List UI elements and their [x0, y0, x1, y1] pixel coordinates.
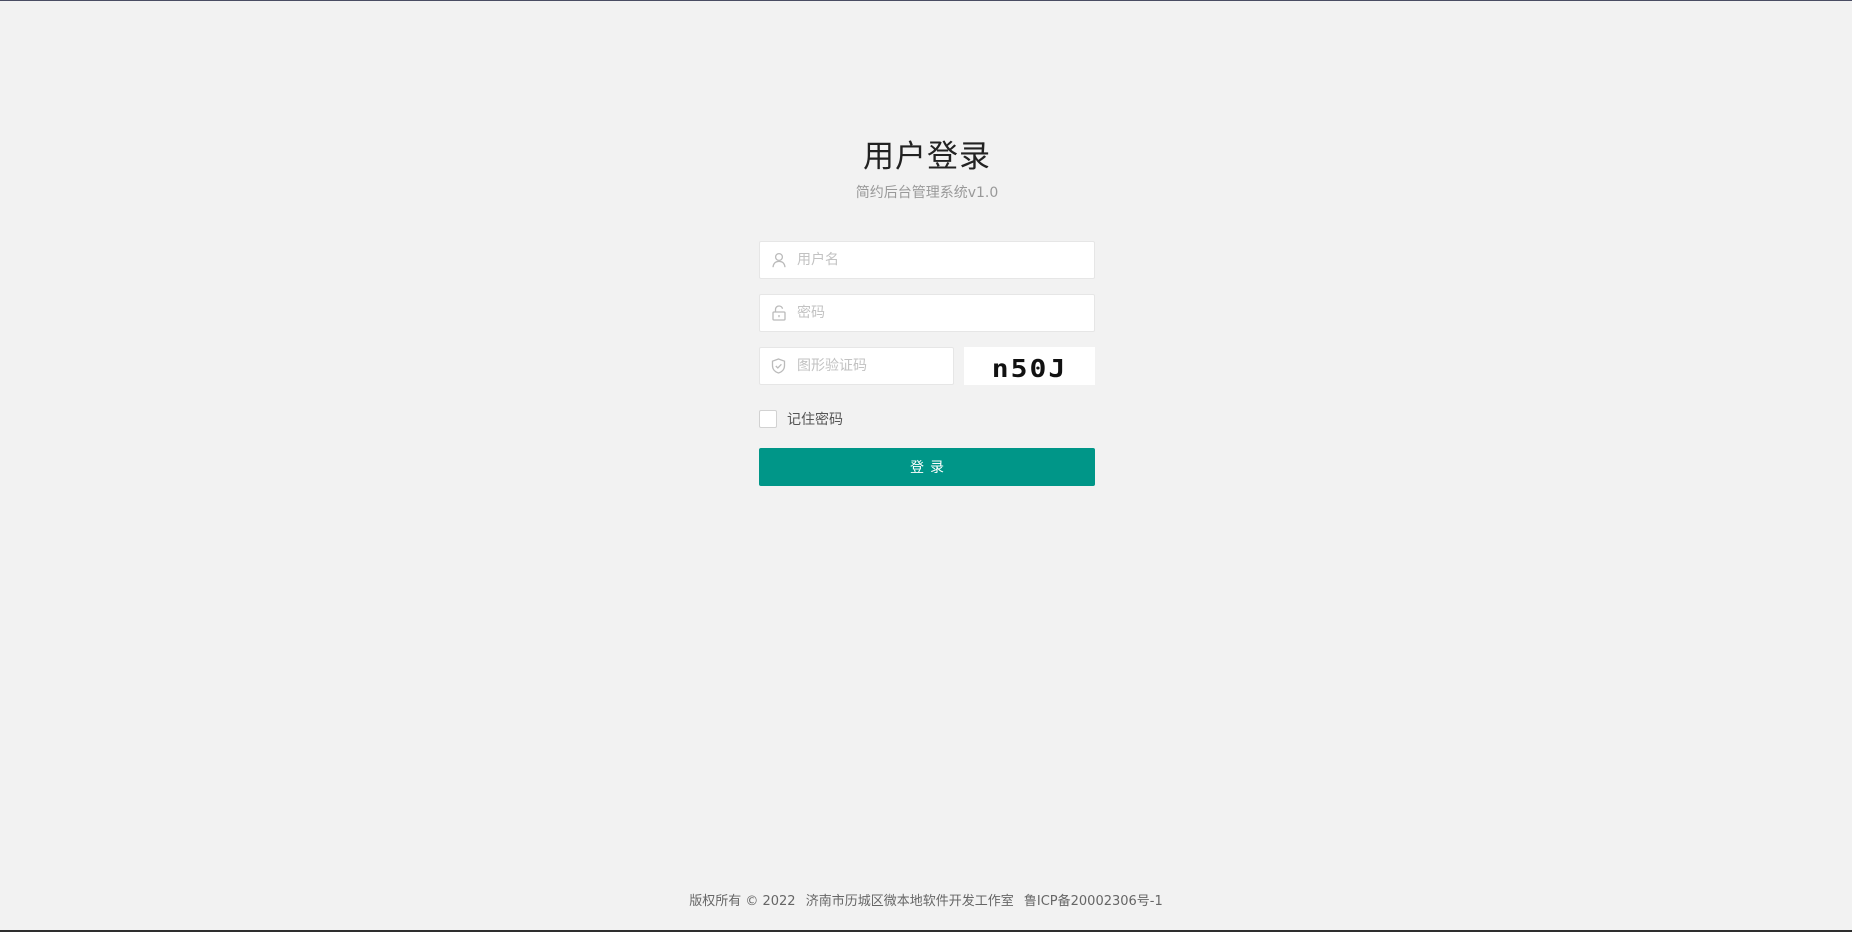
- footer-copyright: 版权所有 © 2022: [689, 894, 796, 909]
- username-field[interactable]: [759, 241, 1095, 279]
- user-icon: [760, 242, 797, 278]
- footer-icp[interactable]: 鲁ICP备20002306号-1: [1024, 894, 1163, 909]
- footer-company: 济南市历城区微本地软件开发工作室: [805, 894, 1014, 909]
- captcha-field[interactable]: [759, 347, 971, 385]
- page-subtitle: 简约后台管理系统v1.0: [855, 185, 999, 201]
- remember-label: 记住密码: [787, 412, 843, 428]
- captcha-text: n50J: [991, 352, 1068, 383]
- password-field[interactable]: [759, 294, 1095, 332]
- page-title: 用户登录: [863, 139, 991, 175]
- shield-icon: [760, 348, 797, 384]
- username-input[interactable]: [797, 242, 1094, 278]
- footer: 版权所有 © 2022 济南市历城区微本地软件开发工作室 鲁ICP备200023…: [0, 890, 1852, 909]
- password-input[interactable]: [797, 295, 1094, 331]
- lock-icon: [760, 295, 797, 331]
- captcha-input[interactable]: [797, 348, 971, 384]
- remember-password[interactable]: 记住密码: [759, 409, 843, 429]
- remember-checkbox[interactable]: [759, 410, 777, 428]
- captcha-image[interactable]: n50J: [964, 347, 1095, 385]
- login-button[interactable]: 登录: [759, 448, 1095, 486]
